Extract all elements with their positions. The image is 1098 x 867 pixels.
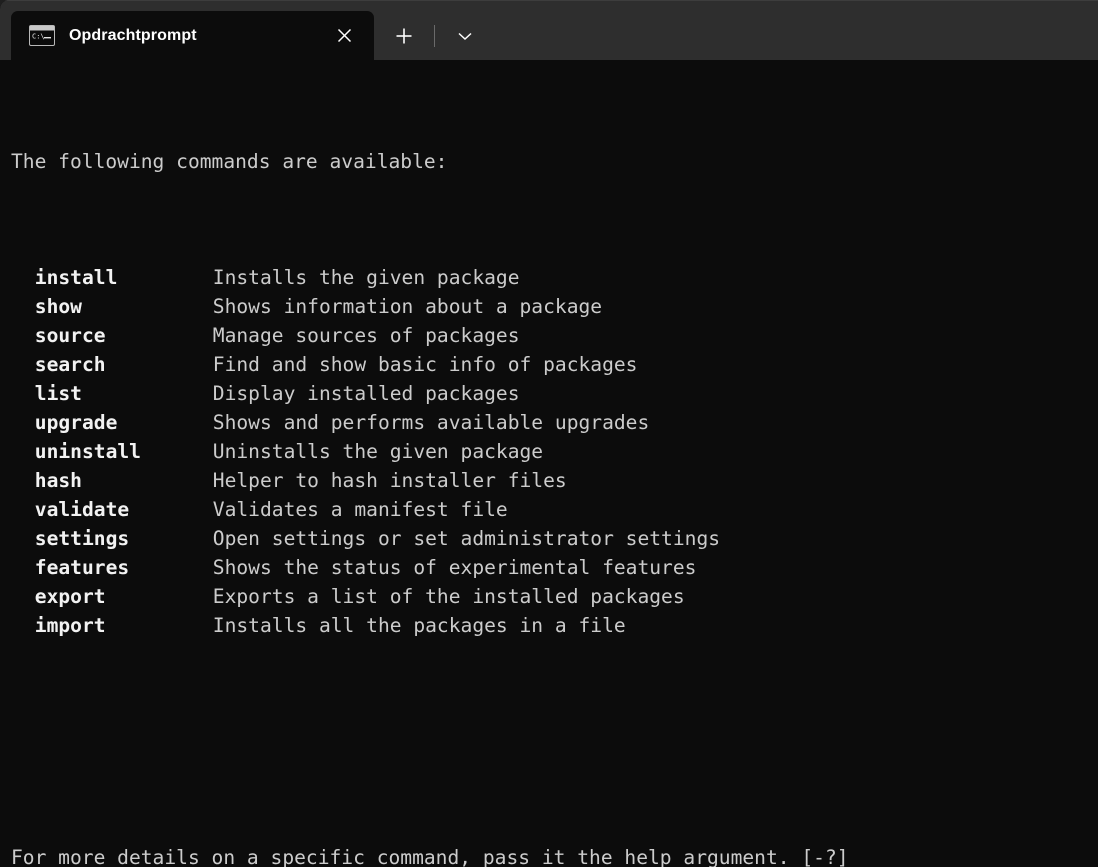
titlebar-actions <box>374 11 485 60</box>
commands-list: install Installs the given package show Sh… <box>11 263 1091 640</box>
command-row-description: Validates a manifest file <box>212 498 508 521</box>
command-row-description: Exports a list of the installed packages <box>212 585 685 608</box>
details-note-row: For more details on a specific command, … <box>11 843 1091 867</box>
command-row-name: features <box>34 556 130 579</box>
command-row-description: Display installed packages <box>212 382 520 405</box>
command-row: validate Validates a manifest file <box>11 495 1091 524</box>
command-row: uninstall Uninstalls the given package <box>11 437 1091 466</box>
chevron-down-icon[interactable] <box>445 18 485 54</box>
command-row: export Exports a list of the installed pa… <box>11 582 1091 611</box>
command-row-description: Shows and performs available upgrades <box>212 411 650 434</box>
command-row-description: Installs the given package <box>212 266 520 289</box>
command-row-description: Shows information about a package <box>212 295 603 318</box>
close-icon[interactable] <box>323 18 365 54</box>
details-note: For more details on a specific command, … <box>11 846 849 867</box>
terminal-body[interactable]: The following commands are available: in… <box>0 60 1098 867</box>
command-row-name: validate <box>34 498 130 521</box>
command-row-description: Installs all the packages in a file <box>212 614 626 637</box>
command-row-description: Helper to hash installer files <box>212 469 567 492</box>
command-row: upgrade Shows and performs available upgr… <box>11 408 1091 437</box>
console-window-icon: C:\ <box>29 25 55 46</box>
command-row: hash Helper to hash installer files <box>11 466 1091 495</box>
svg-text:C:\: C:\ <box>32 33 45 41</box>
commands-heading: The following commands are available: <box>11 150 448 173</box>
terminal-screen: The following commands are available: in… <box>11 60 1091 867</box>
titlebar-divider <box>434 24 435 47</box>
command-row-name: import <box>34 614 106 637</box>
command-row: source Manage sources of packages <box>11 321 1091 350</box>
command-row-name: hash <box>34 469 82 492</box>
command-row: install Installs the given package <box>11 263 1091 292</box>
new-tab-icon[interactable] <box>384 18 424 54</box>
commands-heading-row: The following commands are available: <box>11 147 1091 176</box>
command-row-description: Find and show basic info of packages <box>212 353 638 376</box>
command-row-description: Manage sources of packages <box>212 324 520 347</box>
command-row-name: source <box>34 324 106 347</box>
tab-title: Opdrachtprompt <box>69 26 197 44</box>
command-row-description: Uninstalls the given package <box>212 440 544 463</box>
command-row-name: export <box>34 585 106 608</box>
terminal-window: C:\ Opdrachtprompt The following command… <box>0 0 1098 867</box>
title-bar: C:\ Opdrachtprompt <box>0 0 1098 60</box>
command-row: settings Open settings or set administrat… <box>11 524 1091 553</box>
command-row-name: search <box>34 353 106 376</box>
command-row-name: show <box>34 295 82 318</box>
command-row-name: settings <box>34 527 130 550</box>
command-row: search Find and show basic info of packag… <box>11 350 1091 379</box>
command-row: list Display installed packages <box>11 379 1091 408</box>
command-row: features Shows the status of experimental… <box>11 553 1091 582</box>
spacer-row <box>11 727 1091 756</box>
command-row-description: Open settings or set administrator setti… <box>212 527 721 550</box>
command-row-description: Shows the status of experimental feature… <box>212 556 697 579</box>
tab-strip: C:\ Opdrachtprompt <box>0 0 485 60</box>
command-row-name: upgrade <box>34 411 118 434</box>
command-row: import Installs all the packages in a fil… <box>11 611 1091 640</box>
command-row-name: install <box>34 266 118 289</box>
tab-opdrachtprompt[interactable]: C:\ Opdrachtprompt <box>11 11 374 60</box>
command-row-name: list <box>34 382 82 405</box>
command-row-name: uninstall <box>34 440 141 463</box>
command-row: show Shows information about a package <box>11 292 1091 321</box>
